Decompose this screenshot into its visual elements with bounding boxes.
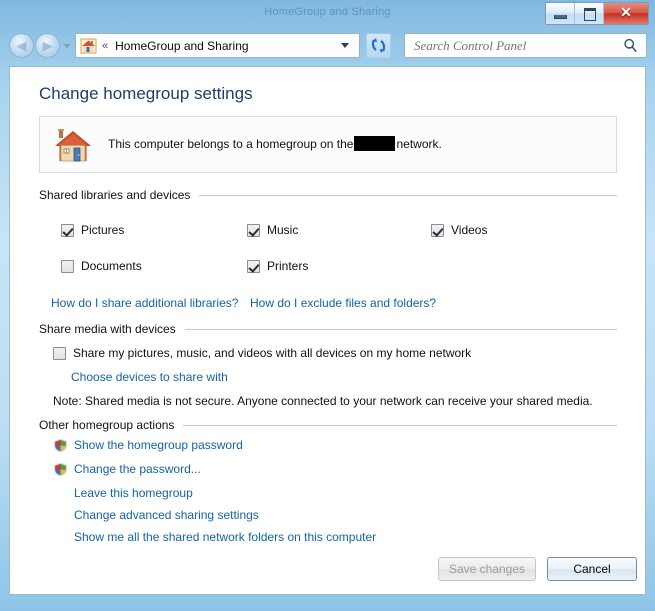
forward-button[interactable]: ▶: [35, 33, 60, 58]
checkbox-music[interactable]: Music: [247, 223, 298, 237]
close-icon: ✕: [620, 4, 632, 20]
dialog-button-bar: Save changes Cancel: [10, 548, 645, 594]
share-media-checkbox-box[interactable]: [53, 346, 66, 360]
homegroup-status-text: This computer belongs to a homegroup on …: [108, 136, 442, 151]
checkbox-printers[interactable]: Printers: [247, 259, 308, 273]
window-frame: HomeGroup and Sharing ✕ ◀ ▶ « HomeGroup …: [0, 0, 655, 611]
link-show-homegroup-password[interactable]: Show the homegroup password: [74, 438, 243, 452]
back-button[interactable]: ◀: [9, 33, 34, 58]
printers-checkbox-box[interactable]: [247, 259, 260, 273]
status-text-after: network.: [396, 137, 442, 151]
documents-checkbox-box[interactable]: [61, 259, 74, 273]
home-icon: [80, 38, 97, 54]
pictures-checkbox-box[interactable]: [61, 223, 74, 237]
link-choose-devices-to-share-with[interactable]: Choose devices to share with: [71, 370, 228, 384]
shield-icon: [53, 438, 68, 453]
link-leave-this-homegroup[interactable]: Leave this homegroup: [74, 486, 193, 500]
music-checkbox-box[interactable]: [247, 223, 260, 237]
share-media-header-label: Share media with devices: [39, 322, 176, 336]
maximize-button[interactable]: [575, 3, 604, 24]
address-bar[interactable]: « HomeGroup and Sharing: [75, 33, 360, 58]
minimize-icon: [554, 15, 567, 19]
content-area: Change homegroup settings This computer …: [9, 66, 646, 595]
printers-label: Printers: [267, 259, 309, 273]
redacted-network-name: [354, 136, 396, 151]
homegroup-status-panel: This computer belongs to a homegroup on …: [39, 116, 617, 173]
search-box[interactable]: [404, 33, 647, 58]
house-icon: [52, 125, 94, 165]
checkbox-documents[interactable]: Documents: [61, 259, 142, 273]
maximize-icon: [584, 8, 596, 21]
title-bar: HomeGroup and Sharing ✕: [0, 0, 655, 28]
navigation-bar: ◀ ▶ « HomeGroup and Sharing: [0, 28, 655, 63]
other-actions-header-label: Other homegroup actions: [39, 418, 175, 432]
close-button[interactable]: ✕: [604, 3, 648, 24]
videos-label: Videos: [451, 223, 488, 237]
checkbox-pictures[interactable]: Pictures: [61, 223, 124, 237]
section-divider: [184, 328, 617, 330]
documents-label: Documents: [81, 259, 142, 273]
pictures-label: Pictures: [81, 223, 125, 237]
cancel-button[interactable]: Cancel: [547, 557, 637, 581]
link-share-additional-libraries[interactable]: How do I share additional libraries?: [51, 296, 238, 310]
shield-icon: [53, 462, 68, 477]
page-title: Change homegroup settings: [39, 84, 253, 103]
link-show-shared-network-folders[interactable]: Show me all the shared network folders o…: [74, 530, 376, 544]
chevron-down-icon[interactable]: [341, 43, 349, 48]
search-input[interactable]: [412, 36, 623, 55]
back-arrow-icon: ◀: [16, 38, 27, 53]
refresh-button[interactable]: [366, 33, 391, 58]
forward-arrow-icon: ▶: [42, 38, 53, 53]
shared-libraries-header-label: Shared libraries and devices: [39, 188, 191, 202]
checkbox-videos[interactable]: Videos: [431, 223, 487, 237]
window-title: HomeGroup and Sharing: [264, 6, 391, 18]
videos-checkbox-box[interactable]: [431, 223, 444, 237]
other-actions-section-header: Other homegroup actions: [39, 418, 617, 432]
link-change-the-password[interactable]: Change the password...: [74, 462, 201, 476]
link-change-advanced-sharing-settings[interactable]: Change advanced sharing settings: [74, 508, 259, 522]
shared-libraries-section-header: Shared libraries and devices: [39, 188, 617, 202]
history-dropdown-icon[interactable]: [63, 44, 71, 48]
status-text-before: This computer belongs to a homegroup on …: [108, 137, 354, 151]
share-media-label: Share my pictures, music, and videos wit…: [73, 346, 472, 360]
window-controls: ✕: [545, 2, 649, 25]
section-divider: [183, 424, 617, 426]
save-changes-button[interactable]: Save changes: [438, 557, 536, 581]
link-exclude-files-and-folders[interactable]: How do I exclude files and folders?: [250, 296, 436, 310]
music-label: Music: [267, 223, 299, 237]
minimize-button[interactable]: [546, 3, 575, 24]
share-media-note: Note: Shared media is not secure. Anyone…: [53, 394, 593, 408]
search-icon[interactable]: [623, 38, 638, 53]
share-media-section-header: Share media with devices: [39, 322, 617, 336]
section-divider: [199, 194, 617, 196]
breadcrumb-path[interactable]: HomeGroup and Sharing: [115, 39, 341, 53]
breadcrumb-chevrons[interactable]: «: [102, 40, 108, 52]
checkbox-share-media[interactable]: Share my pictures, music, and videos wit…: [53, 346, 471, 360]
refresh-icon: [371, 38, 386, 53]
